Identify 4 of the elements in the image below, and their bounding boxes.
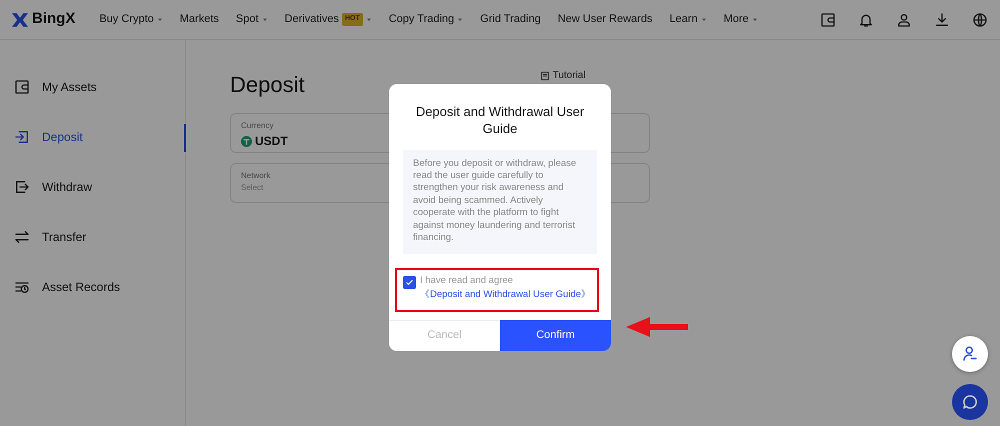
dialog-title: Deposit and Withdrawal User Guide (414, 103, 586, 138)
page-title: Deposit (230, 71, 305, 99)
agreement-text: I have read and agree (420, 274, 514, 288)
notice-text: Before you deposit or withdraw, please read the user guide carefully to strengthen your risk awareness and avoid being scammed. Actively cooperate with the platform to fight against money laundering and terrorist financing. (403, 150, 597, 254)
